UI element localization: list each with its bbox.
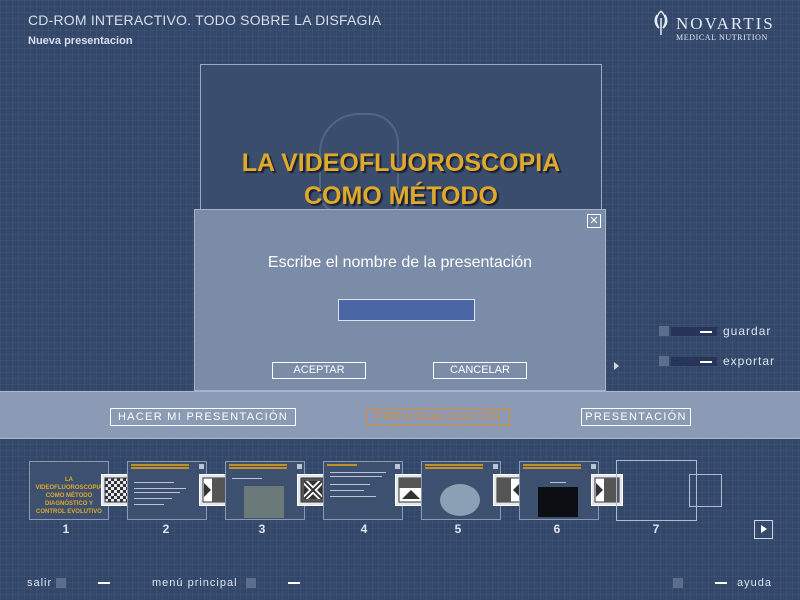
empty-slide-slot[interactable] [616,460,697,521]
close-icon[interactable]: ✕ [587,214,601,228]
thumbnail-line [330,472,386,473]
slide-number: 1 [62,522,70,536]
slide-number: 5 [454,522,462,536]
slide-title: LA VIDEOFLUOROSCOPIA COMO MÉTODO [201,147,601,213]
presentation-name-input[interactable] [338,299,475,321]
dialog-prompt: Escribe el nombre de la presentación [267,254,533,271]
accept-button[interactable]: ACEPTAR [272,362,366,379]
thumbnail-line [330,496,376,497]
thumbnail-line [330,476,382,477]
thumbnail-title-bar [327,464,357,466]
thumbnail-line [550,482,566,483]
thumbnail-image [538,487,578,517]
main-menu-square-icon[interactable] [246,578,256,588]
slide-thumbnail-6[interactable] [519,461,599,520]
thumbnail-corner [395,464,400,469]
thumbnail-line [134,504,164,505]
arrow-right-icon[interactable] [614,362,619,370]
slide-number: 7 [652,522,660,536]
help-square-icon[interactable] [673,578,683,588]
thumbnail-1-title: LA VIDEOFLUOROSCOPIA COMO MÉTODO DIAGNÓS… [35,477,103,515]
thumbnail-line [330,484,370,485]
export-action[interactable]: exportar [659,354,779,368]
presentation-subtitle: Nueva presentacion [28,35,133,47]
thumbnail-image [244,486,284,518]
thumbnail-title-bar [131,464,189,466]
cancel-button[interactable]: CANCELAR [433,362,527,379]
slide-preview: LA VIDEOFLUOROSCOPIA COMO MÉTODO [200,64,602,214]
app-title: CD-ROM INTERACTIVO. TODO SOBRE LA DISFAG… [28,12,382,28]
thumbnail-line [330,490,364,491]
thumbnail-corner [199,464,204,469]
thumbnail-title-bar [425,464,483,466]
exit-label[interactable]: salir [27,577,52,589]
presentation-button[interactable]: PRESENTACIÓN [581,408,691,426]
thumbnail-corner [493,464,498,469]
mode-bar: HACER MI PRESENTACIÓN PREVISUALIZACIÓN P… [0,391,800,439]
slide-number: 4 [360,522,368,536]
novartis-flame-icon [654,10,668,35]
slide-number: 6 [553,522,561,536]
brand-name: NOVARTIS [676,14,775,33]
dash-icon [98,582,110,584]
filmstrip-next-button[interactable] [754,520,773,539]
slide-number: 3 [258,522,266,536]
save-action[interactable]: guardar [659,324,779,338]
brand-logo: NOVARTIS MEDICAL NUTRITION [652,10,775,44]
help-label[interactable]: ayuda [737,577,772,589]
export-bar [671,357,717,366]
thumbnail-line [134,488,186,489]
exit-square-icon[interactable] [56,578,66,588]
thumbnail-image [440,484,480,516]
slide-number: 2 [162,522,170,536]
thumbnail-line [134,498,172,499]
brand-subtitle: MEDICAL NUTRITION [676,33,768,42]
thumbnail-corner [297,464,302,469]
thumbnail-line [232,478,262,479]
slide-title-line-1: LA VIDEOFLUOROSCOPIA [241,149,561,177]
thumbnail-corner [591,464,596,469]
dash-icon [288,582,300,584]
thumbnail-title-bar [229,464,287,466]
preview-button[interactable]: PREVISUALIZACIÓN [367,408,510,426]
slide-thumbnail-5[interactable] [421,461,501,520]
slide-thumbnail-2[interactable] [127,461,207,520]
export-square-icon [659,356,669,366]
save-square-icon [659,326,669,336]
slide-thumbnail-3[interactable] [225,461,305,520]
slide-thumbnail-4[interactable] [323,461,403,520]
name-presentation-dialog: ✕ Escribe el nombre de la presentación A… [194,209,606,391]
thumbnail-line [134,482,174,483]
slide-thumbnail-1[interactable]: LA VIDEOFLUOROSCOPIA COMO MÉTODO DIAGNÓS… [29,461,109,520]
save-label: guardar [723,324,772,338]
thumbnail-title-bar [523,464,581,466]
export-label: exportar [723,354,776,368]
dash-icon [715,582,727,584]
main-menu-label[interactable]: menú principal [152,577,238,589]
empty-transition-slot[interactable] [689,474,722,507]
create-presentation-button[interactable]: HACER MI PRESENTACIÓN [110,408,296,426]
save-bar [671,327,717,336]
thumbnail-line [134,492,180,493]
